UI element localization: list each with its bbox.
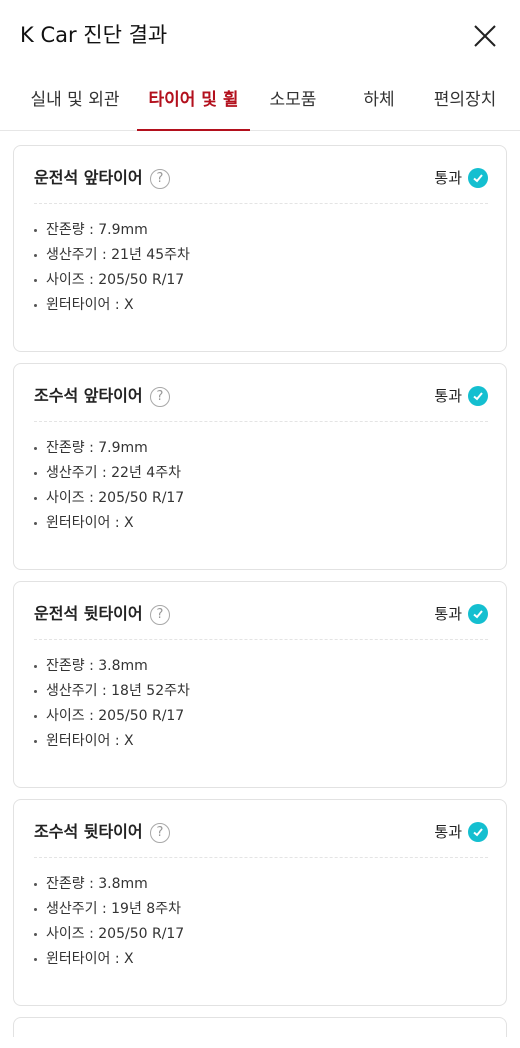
tab-bar: 실내 및 외관 타이어 및 휠 소모품 하체 편의장치 bbox=[0, 72, 520, 131]
spec-winter: 윈터타이어 : X bbox=[34, 293, 488, 318]
spec-production: 생산주기 : 18년 52주차 bbox=[34, 679, 488, 704]
card-header: 운전석 뒷타이어 ? 통과 bbox=[34, 598, 488, 640]
spec-remaining: 잔존량 : 3.8mm bbox=[34, 654, 488, 679]
spec-winter: 윈터타이어 : X bbox=[34, 511, 488, 536]
tab-consumables[interactable]: 소모품 bbox=[250, 72, 336, 130]
help-icon[interactable]: ? bbox=[150, 387, 170, 407]
help-icon[interactable]: ? bbox=[150, 823, 170, 843]
tire-list: 운전석 앞타이어 ? 통과 잔존량 : 7.9mm 생산주기 : 21년 45주… bbox=[13, 145, 507, 1048]
status-badge: 통과 bbox=[434, 383, 488, 409]
spec-remaining: 잔존량 : 7.9mm bbox=[34, 436, 488, 461]
status-text: 통과 bbox=[434, 387, 462, 405]
tire-title: 운전석 뒷타이어 bbox=[34, 604, 143, 623]
spec-size: 사이즈 : 205/50 R/17 bbox=[34, 486, 488, 511]
check-icon bbox=[468, 822, 488, 842]
status-text: 통과 bbox=[434, 169, 462, 187]
card-header: 조수석 뒷타이어 ? 통과 bbox=[34, 816, 488, 858]
check-icon bbox=[468, 168, 488, 188]
spec-size: 사이즈 : 205/50 R/17 bbox=[34, 704, 488, 729]
spec-production: 생산주기 : 19년 8주차 bbox=[34, 897, 488, 922]
tab-interior-exterior[interactable]: 실내 및 외관 bbox=[18, 72, 132, 130]
tab-undercarriage[interactable]: 하체 bbox=[336, 72, 422, 130]
card-header: 운전석 앞타이어 ? 통과 bbox=[34, 162, 488, 204]
status-text: 통과 bbox=[434, 605, 462, 623]
check-icon bbox=[468, 386, 488, 406]
spec-size: 사이즈 : 205/50 R/17 bbox=[34, 922, 488, 947]
spec-production: 생산주기 : 21년 45주차 bbox=[34, 243, 488, 268]
spec-size: 사이즈 : 205/50 R/17 bbox=[34, 268, 488, 293]
tire-card: 조수석 앞타이어 ? 통과 잔존량 : 7.9mm 생산주기 : 22년 4주차… bbox=[13, 363, 507, 570]
status-badge: 통과 bbox=[434, 819, 488, 845]
tire-title: 조수석 앞타이어 bbox=[34, 386, 143, 405]
tire-card-partial bbox=[13, 1017, 507, 1037]
header: K Car 진단 결과 bbox=[0, 0, 520, 72]
spec-production: 생산주기 : 22년 4주차 bbox=[34, 461, 488, 486]
card-header: 조수석 앞타이어 ? 통과 bbox=[34, 380, 488, 422]
tab-tires-wheels[interactable]: 타이어 및 휠 bbox=[137, 72, 250, 131]
spec-remaining: 잔존량 : 3.8mm bbox=[34, 872, 488, 897]
tire-card: 조수석 뒷타이어 ? 통과 잔존량 : 3.8mm 생산주기 : 19년 8주차… bbox=[13, 799, 507, 1006]
spec-winter: 윈터타이어 : X bbox=[34, 947, 488, 972]
status-text: 통과 bbox=[434, 823, 462, 841]
tab-convenience[interactable]: 편의장치 bbox=[422, 72, 508, 130]
spec-list: 잔존량 : 7.9mm 생산주기 : 21년 45주차 사이즈 : 205/50… bbox=[34, 218, 488, 318]
spec-list: 잔존량 : 7.9mm 생산주기 : 22년 4주차 사이즈 : 205/50 … bbox=[34, 436, 488, 536]
status-badge: 통과 bbox=[434, 165, 488, 191]
close-icon[interactable] bbox=[469, 20, 501, 52]
tire-card: 운전석 앞타이어 ? 통과 잔존량 : 7.9mm 생산주기 : 21년 45주… bbox=[13, 145, 507, 352]
spec-remaining: 잔존량 : 7.9mm bbox=[34, 218, 488, 243]
check-icon bbox=[468, 604, 488, 624]
page-title: K Car 진단 결과 bbox=[20, 23, 168, 47]
status-badge: 통과 bbox=[434, 601, 488, 627]
spec-winter: 윈터타이어 : X bbox=[34, 729, 488, 754]
spec-list: 잔존량 : 3.8mm 생산주기 : 19년 8주차 사이즈 : 205/50 … bbox=[34, 872, 488, 972]
tire-title: 조수석 뒷타이어 bbox=[34, 822, 143, 841]
tire-card: 운전석 뒷타이어 ? 통과 잔존량 : 3.8mm 생산주기 : 18년 52주… bbox=[13, 581, 507, 788]
help-icon[interactable]: ? bbox=[150, 605, 170, 625]
tire-title: 운전석 앞타이어 bbox=[34, 168, 143, 187]
spec-list: 잔존량 : 3.8mm 생산주기 : 18년 52주차 사이즈 : 205/50… bbox=[34, 654, 488, 754]
help-icon[interactable]: ? bbox=[150, 169, 170, 189]
